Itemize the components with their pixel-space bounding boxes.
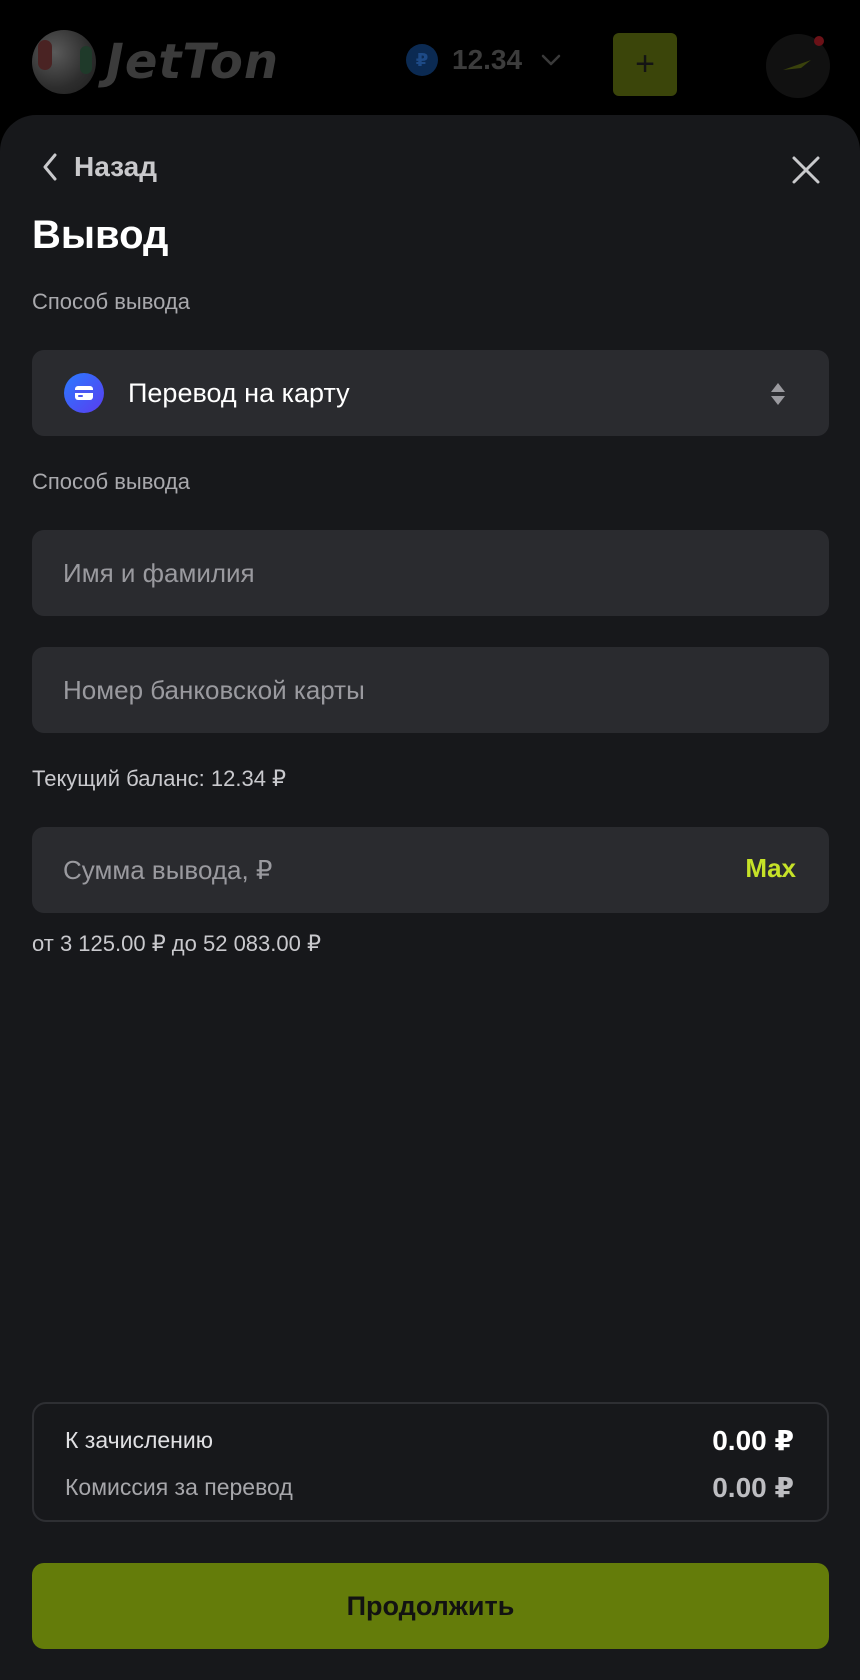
amount-input[interactable] (32, 854, 829, 886)
chevron-left-icon (43, 153, 57, 181)
balance-value: 12.34 (452, 44, 523, 75)
chevron-down-icon (541, 54, 561, 66)
full-name-input[interactable] (32, 557, 829, 589)
withdraw-method-value: Перевод на карту (128, 377, 350, 408)
balance-selector[interactable]: ₽ 12.34 (406, 44, 562, 76)
card-number-input[interactable] (32, 674, 829, 706)
ruble-coin-icon: ₽ (406, 44, 438, 76)
withdraw-method-select[interactable]: Перевод на карту (32, 350, 829, 436)
logo[interactable]: JetTon (32, 30, 279, 94)
continue-button[interactable]: Продолжить (32, 1563, 829, 1649)
method-label: Способ вывода (32, 289, 190, 314)
deposit-add-button[interactable]: + (613, 33, 677, 96)
top-bar: JetTon ₽ 12.34 + (0, 0, 860, 130)
avatar[interactable] (766, 34, 830, 98)
sort-arrows-icon (771, 383, 785, 405)
page-title: Вывод (32, 213, 169, 257)
details-label: Способ вывода (32, 469, 190, 494)
amount-field[interactable]: Max (32, 827, 829, 913)
card-icon (64, 373, 104, 413)
amount-limits-text: от 3 125.00 ₽ до 52 083.00 ₽ (32, 931, 321, 956)
logo-ball-icon (32, 30, 96, 94)
logo-text: JetTon (106, 34, 280, 90)
credit-label: К зачислению (65, 1427, 213, 1453)
fee-label: Комиссия за перевод (65, 1474, 293, 1500)
notification-dot (814, 36, 824, 46)
card-number-field[interactable] (32, 647, 829, 733)
max-button[interactable]: Max (745, 853, 796, 884)
back-label: Назад (74, 151, 158, 182)
full-name-field[interactable] (32, 530, 829, 616)
fee-value: 0.00 ₽ (712, 1472, 794, 1503)
plane-icon (783, 60, 811, 70)
back-button[interactable]: Назад (42, 151, 157, 183)
summary-box: К зачислению 0.00 ₽ Комиссия за перевод … (32, 1402, 829, 1522)
credit-value: 0.00 ₽ (712, 1425, 794, 1456)
credit-row: К зачислению 0.00 ₽ (65, 1424, 794, 1457)
current-balance-text: Текущий баланс: 12.34 ₽ (32, 766, 287, 791)
withdraw-sheet: Назад Вывод Способ вывода Перевод на кар… (0, 115, 860, 1680)
close-icon[interactable] (786, 150, 826, 190)
fee-row: Комиссия за перевод 0.00 ₽ (65, 1471, 794, 1504)
